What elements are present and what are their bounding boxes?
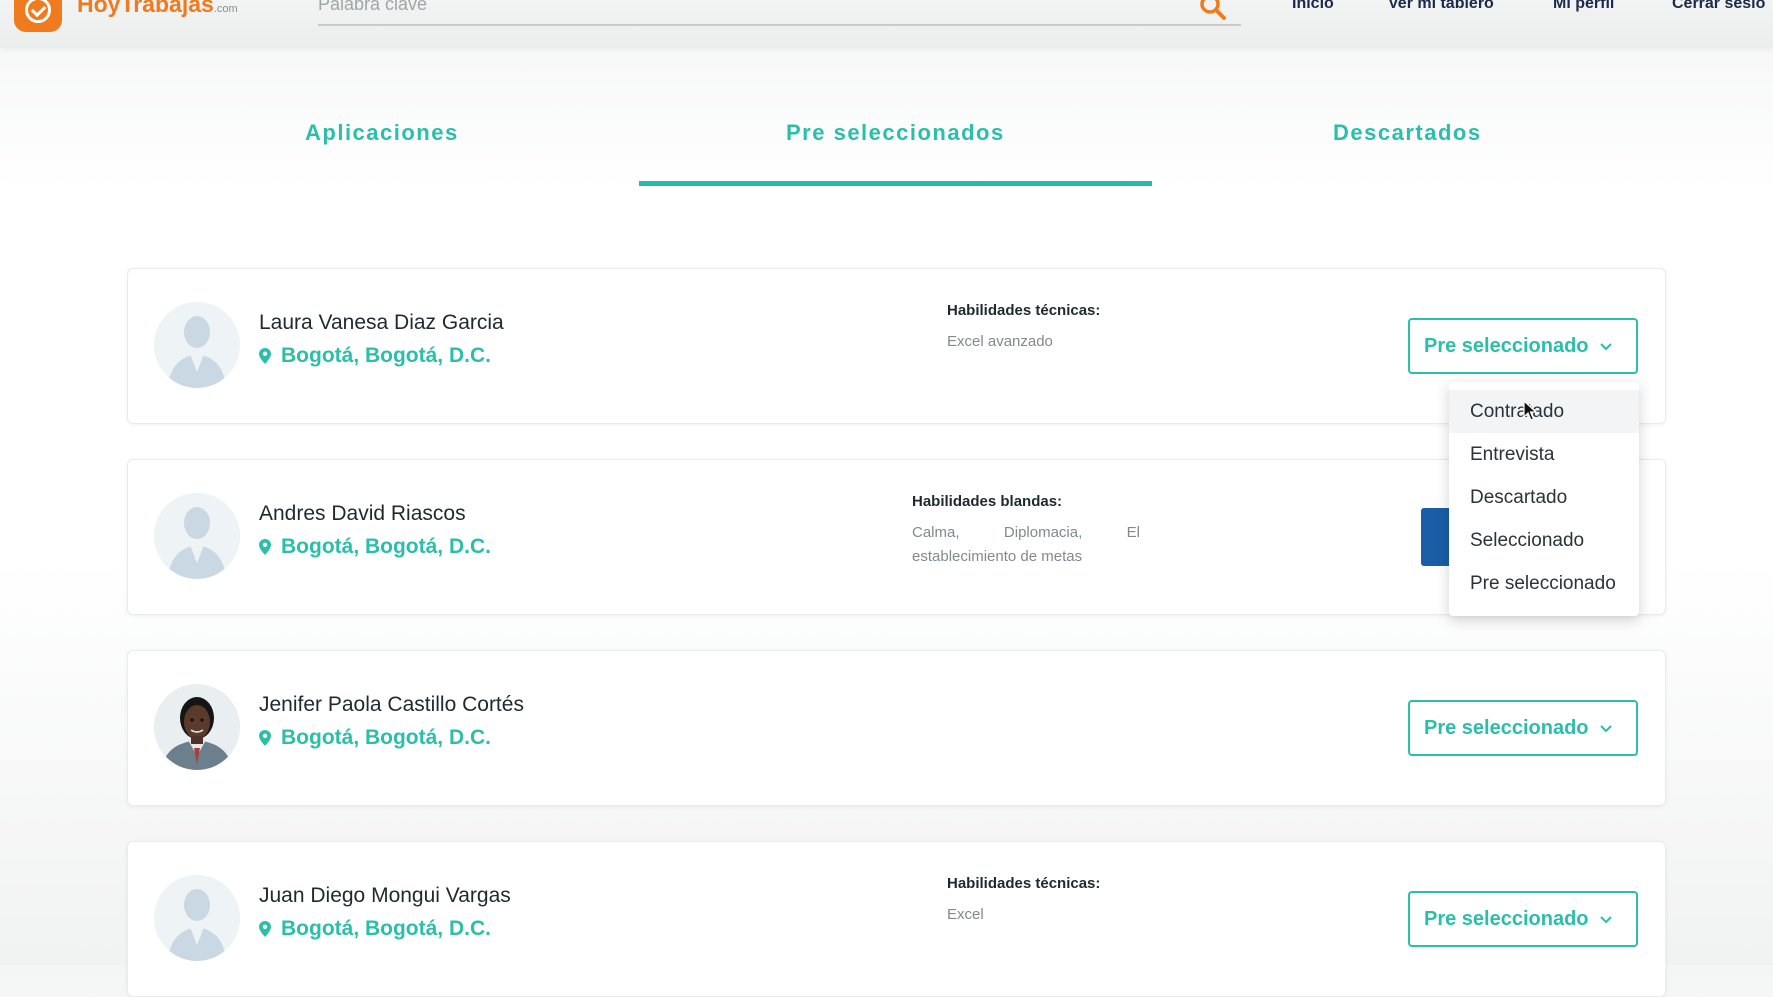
location-pin-icon bbox=[259, 921, 271, 937]
status-select-value: Pre seleccionado bbox=[1424, 334, 1589, 357]
location-text: Bogotá, Bogotá, D.C. bbox=[281, 344, 491, 367]
search-input[interactable] bbox=[318, 0, 1178, 17]
active-tab-indicator bbox=[639, 181, 1152, 186]
dropdown-option-entrevista[interactable]: Entrevista bbox=[1449, 433, 1639, 476]
dropdown-option-pre-seleccionado[interactable]: Pre seleccionado bbox=[1449, 562, 1639, 605]
status-select-value: Pre seleccionado bbox=[1424, 716, 1589, 739]
chevron-down-icon bbox=[1599, 343, 1612, 351]
dropdown-option-seleccionado[interactable]: Seleccionado bbox=[1449, 519, 1639, 562]
location-text: Bogotá, Bogotá, D.C. bbox=[281, 917, 491, 940]
avatar bbox=[154, 684, 240, 770]
nav-link-cerrar-sesion[interactable]: Cerrar sesió bbox=[1672, 0, 1765, 13]
search-bar bbox=[318, 0, 1241, 26]
location-text: Bogotá, Bogotá, D.C. bbox=[281, 726, 491, 749]
avatar bbox=[154, 493, 240, 579]
tab-aplicaciones[interactable]: Aplicaciones bbox=[305, 120, 459, 146]
person-placeholder-icon bbox=[154, 493, 240, 579]
nav-link-tablero[interactable]: Ver mi tablero bbox=[1388, 0, 1494, 13]
candidate-photo bbox=[154, 684, 240, 770]
status-select[interactable]: Pre seleccionado bbox=[1408, 318, 1638, 374]
candidate-location: Bogotá, Bogotá, D.C. bbox=[259, 917, 491, 941]
status-select[interactable]: Pre seleccionado bbox=[1408, 700, 1638, 756]
skills-title: Habilidades técnicas: bbox=[947, 875, 1101, 892]
tab-descartados[interactable]: Descartados bbox=[1333, 120, 1482, 146]
brand-name[interactable]: HoyTrabajas.com bbox=[77, 0, 238, 18]
location-text: Bogotá, Bogotá, D.C. bbox=[281, 535, 491, 558]
candidate-card: Laura Vanesa Diaz Garcia Bogotá, Bogotá,… bbox=[127, 268, 1666, 424]
skills-text-line: establecimiento de metas bbox=[912, 548, 1083, 565]
skills-title: Habilidades blandas: bbox=[912, 493, 1063, 510]
person-placeholder-icon bbox=[154, 302, 240, 388]
candidate-card: Juan Diego Mongui Vargas Bogotá, Bogotá,… bbox=[127, 841, 1666, 997]
nav-link-perfil[interactable]: Mi perfil bbox=[1553, 0, 1614, 13]
dropdown-option-contratado[interactable]: Contratado bbox=[1449, 390, 1639, 433]
location-pin-icon bbox=[259, 539, 271, 555]
location-pin-icon bbox=[259, 348, 271, 364]
candidate-name[interactable]: Juan Diego Mongui Vargas bbox=[259, 884, 511, 908]
status-select[interactable]: Pre seleccionado bbox=[1408, 891, 1638, 947]
candidate-location: Bogotá, Bogotá, D.C. bbox=[259, 726, 491, 750]
tab-pre-seleccionados[interactable]: Pre seleccionados bbox=[786, 120, 1005, 146]
status-button[interactable] bbox=[1421, 508, 1449, 566]
search-icon[interactable] bbox=[1199, 0, 1227, 21]
skills-text: Excel bbox=[947, 906, 984, 923]
skills-title: Habilidades técnicas: bbox=[947, 302, 1101, 319]
dropdown-option-descartado[interactable]: Descartado bbox=[1449, 476, 1639, 519]
candidate-name[interactable]: Andres David Riascos bbox=[259, 502, 466, 526]
avatar bbox=[154, 302, 240, 388]
candidate-card: Jenifer Paola Castillo Cortés Bogotá, Bo… bbox=[127, 650, 1666, 806]
status-select-value: Pre seleccionado bbox=[1424, 907, 1589, 930]
candidate-location: Bogotá, Bogotá, D.C. bbox=[259, 535, 491, 559]
location-pin-icon bbox=[259, 730, 271, 746]
candidate-location: Bogotá, Bogotá, D.C. bbox=[259, 344, 491, 368]
person-placeholder-icon bbox=[154, 875, 240, 961]
skills-text-line: Calma, Diplomacia, El bbox=[912, 524, 1140, 541]
logo-icon[interactable] bbox=[14, 0, 62, 32]
candidate-name[interactable]: Jenifer Paola Castillo Cortés bbox=[259, 693, 524, 717]
chevron-down-icon bbox=[1599, 916, 1612, 924]
skills-text: Excel avanzado bbox=[947, 333, 1053, 350]
chevron-down-icon bbox=[1599, 725, 1612, 733]
candidate-name[interactable]: Laura Vanesa Diaz Garcia bbox=[259, 311, 504, 335]
top-navbar: HoyTrabajas.com Inicio Ver mi tablero Mi… bbox=[0, 0, 1773, 48]
status-dropdown-menu: Contratado Entrevista Descartado Selecci… bbox=[1449, 382, 1639, 616]
mouse-cursor-icon bbox=[1523, 400, 1537, 421]
skills-text: Calma, Diplomacia, El establecimiento de… bbox=[912, 521, 1140, 569]
tab-bar: Aplicaciones Pre seleccionados Descartad… bbox=[0, 72, 1773, 188]
nav-link-inicio[interactable]: Inicio bbox=[1292, 0, 1334, 13]
candidate-card: Andres David Riascos Bogotá, Bogotá, D.C… bbox=[127, 459, 1666, 615]
avatar bbox=[154, 875, 240, 961]
